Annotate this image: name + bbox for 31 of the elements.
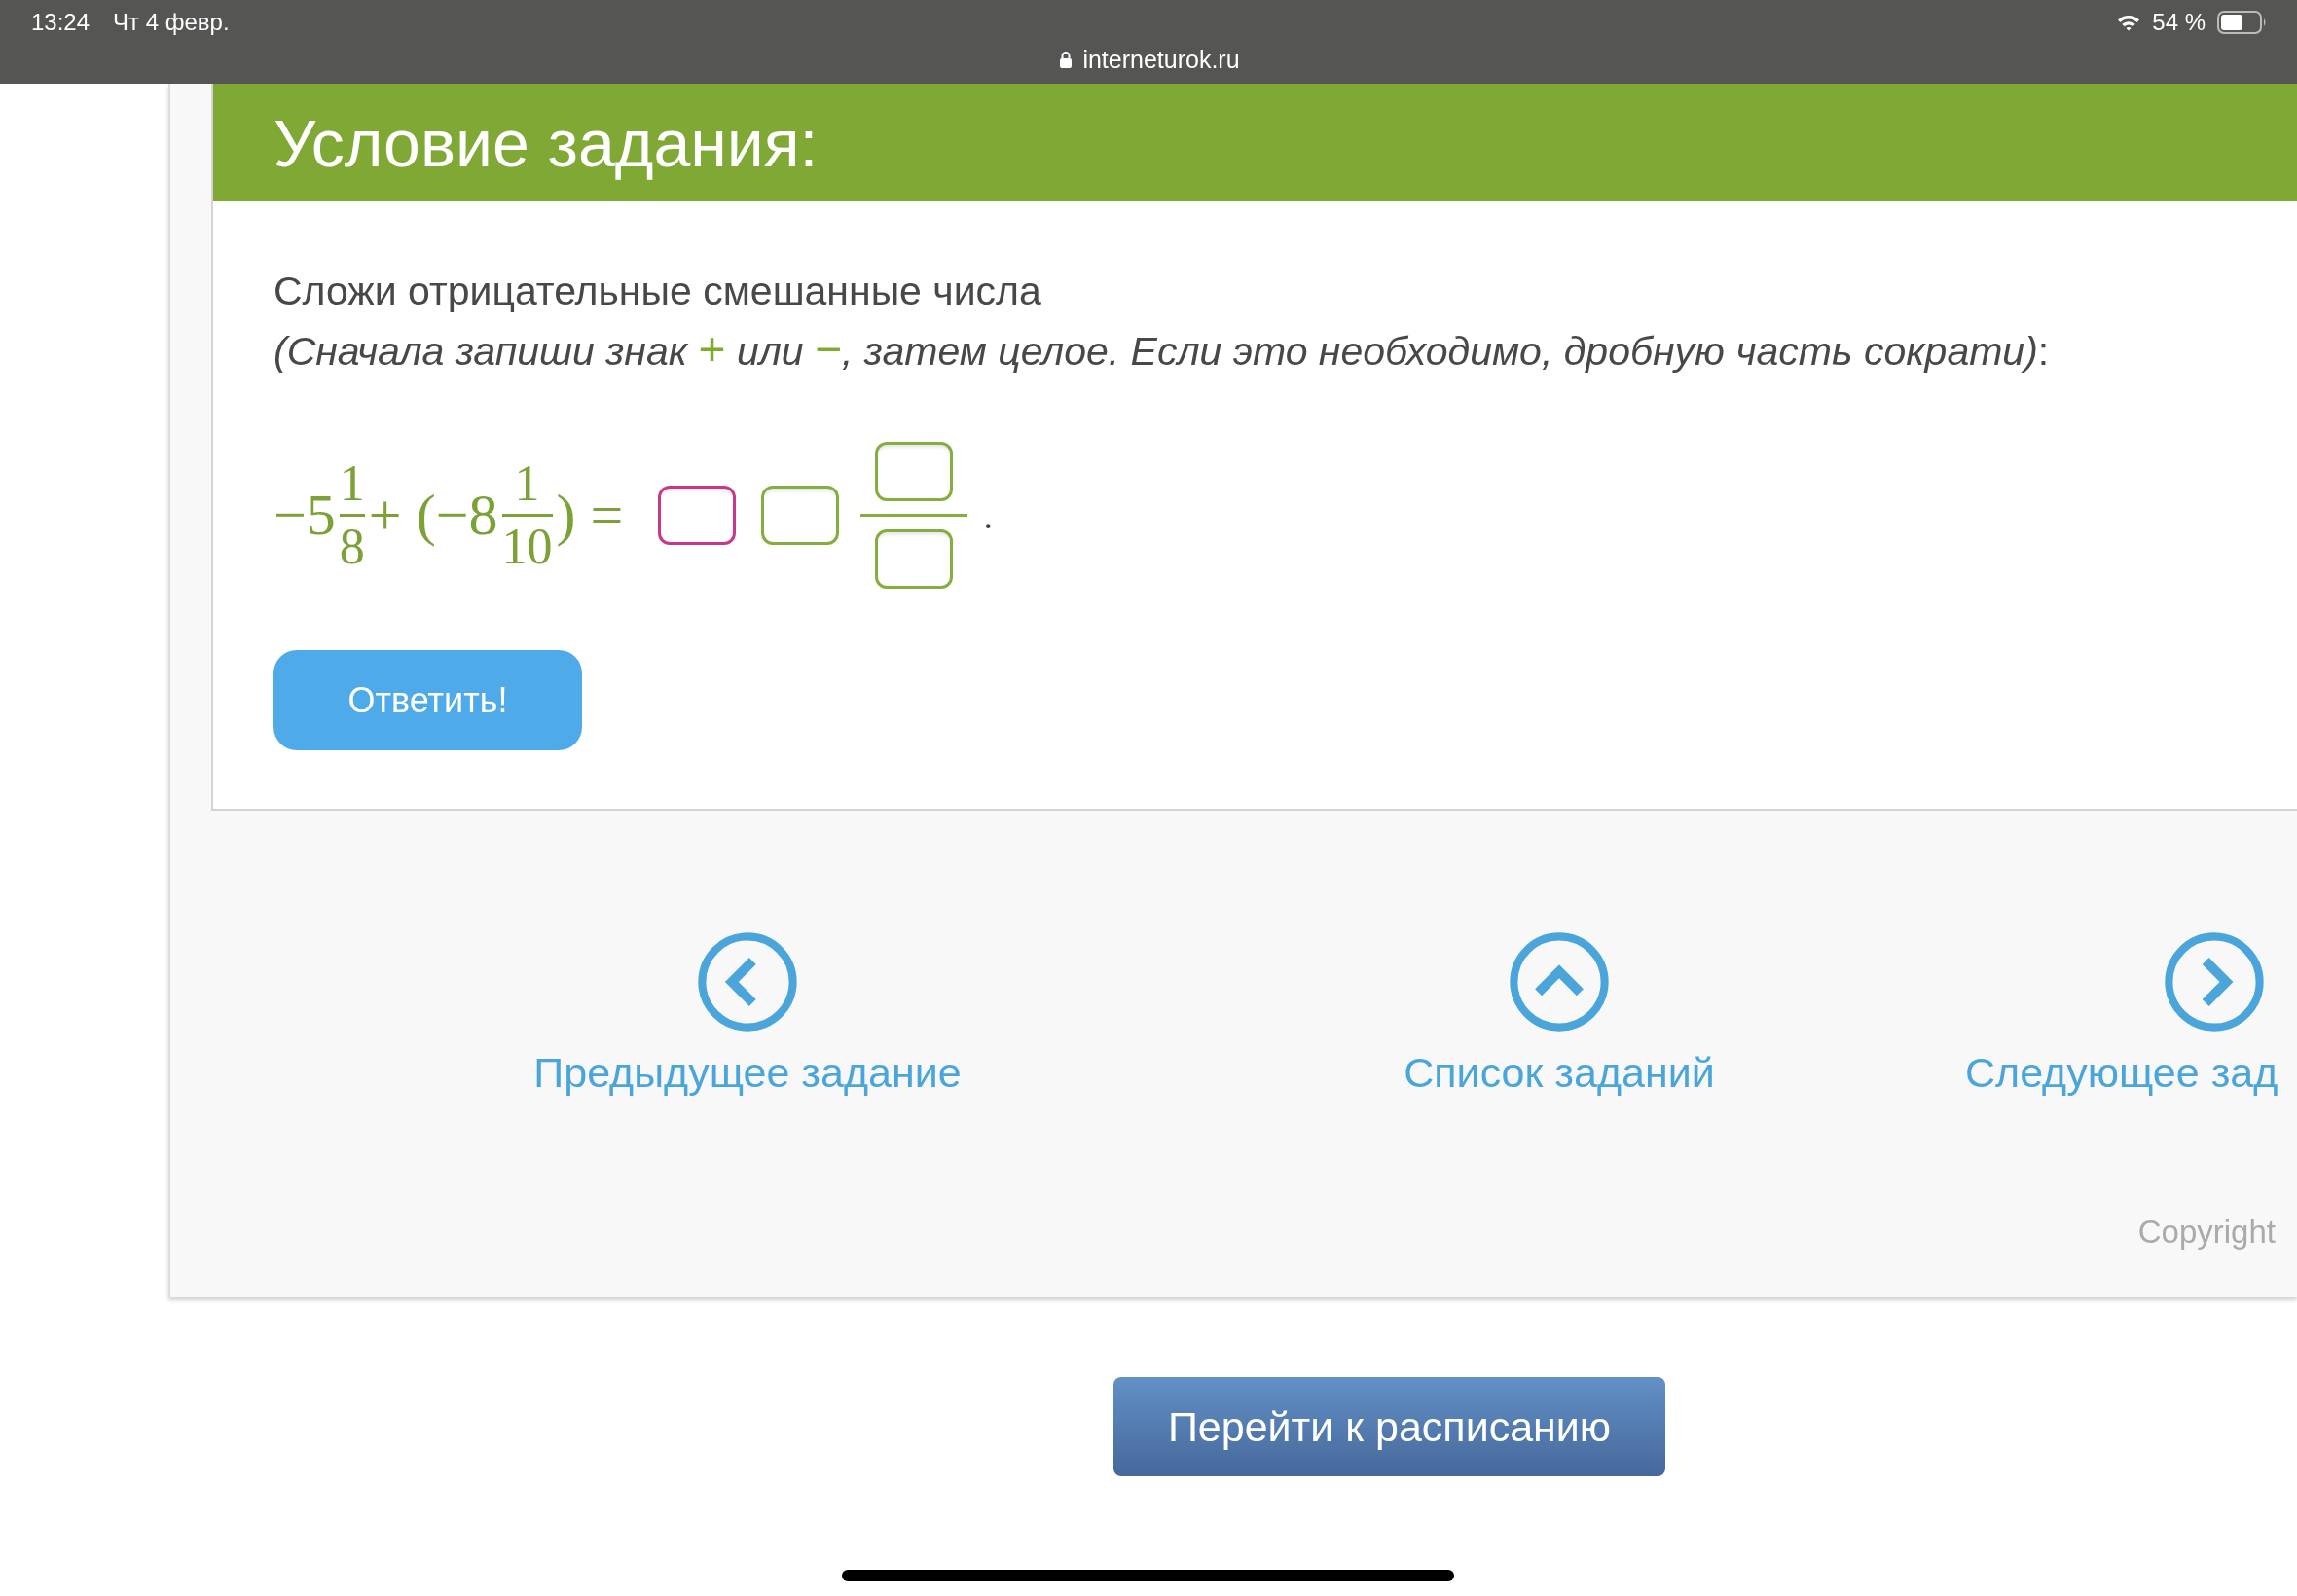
schedule-button[interactable]: Перейти к расписанию <box>1113 1377 1665 1476</box>
numerator-input[interactable] <box>875 441 954 501</box>
numerator: 1 <box>514 458 540 508</box>
denominator: 8 <box>339 522 365 571</box>
lock-icon <box>1059 51 1074 68</box>
math-term: + (−8 <box>368 481 498 549</box>
chevron-left-icon <box>697 931 798 1033</box>
answer-input[interactable] <box>761 485 840 545</box>
math-term: ) = <box>556 481 624 549</box>
chevron-right-icon <box>2164 931 2265 1033</box>
answer-button[interactable]: Ответить! <box>273 650 582 750</box>
wifi-icon <box>2117 14 2141 31</box>
math-term: −5 <box>273 481 336 549</box>
period-mark: . <box>983 491 994 538</box>
task-title: Условие задания: <box>273 104 819 181</box>
task-hint: (Сначала запиши знак + или −, затем целое. Если это необходимо, дробную часть сократи): <box>273 322 2050 377</box>
battery-percent: 54 % <box>2152 9 2206 36</box>
denominator-input[interactable] <box>875 528 954 589</box>
copyright-text: Copyright <box>2137 1214 2276 1251</box>
numerator: 1 <box>339 458 365 508</box>
task-list-link[interactable]: Список заданий <box>1404 931 1715 1101</box>
task-instruction: Сложи отрицательные смешанные числа <box>273 268 1041 315</box>
denominator: 10 <box>501 522 553 571</box>
answer-input[interactable] <box>658 485 737 545</box>
address-text[interactable]: interneturok.ru <box>1082 45 1240 74</box>
previous-task-link[interactable]: Предыдущее задание <box>533 931 962 1101</box>
battery-icon <box>2217 11 2268 34</box>
clock-time: 13:24 <box>31 9 91 36</box>
chevron-up-icon <box>1509 931 1610 1033</box>
next-task-link[interactable]: Следующее зад <box>1965 931 2279 1101</box>
date-text: Чт 4 февр. <box>113 9 230 36</box>
